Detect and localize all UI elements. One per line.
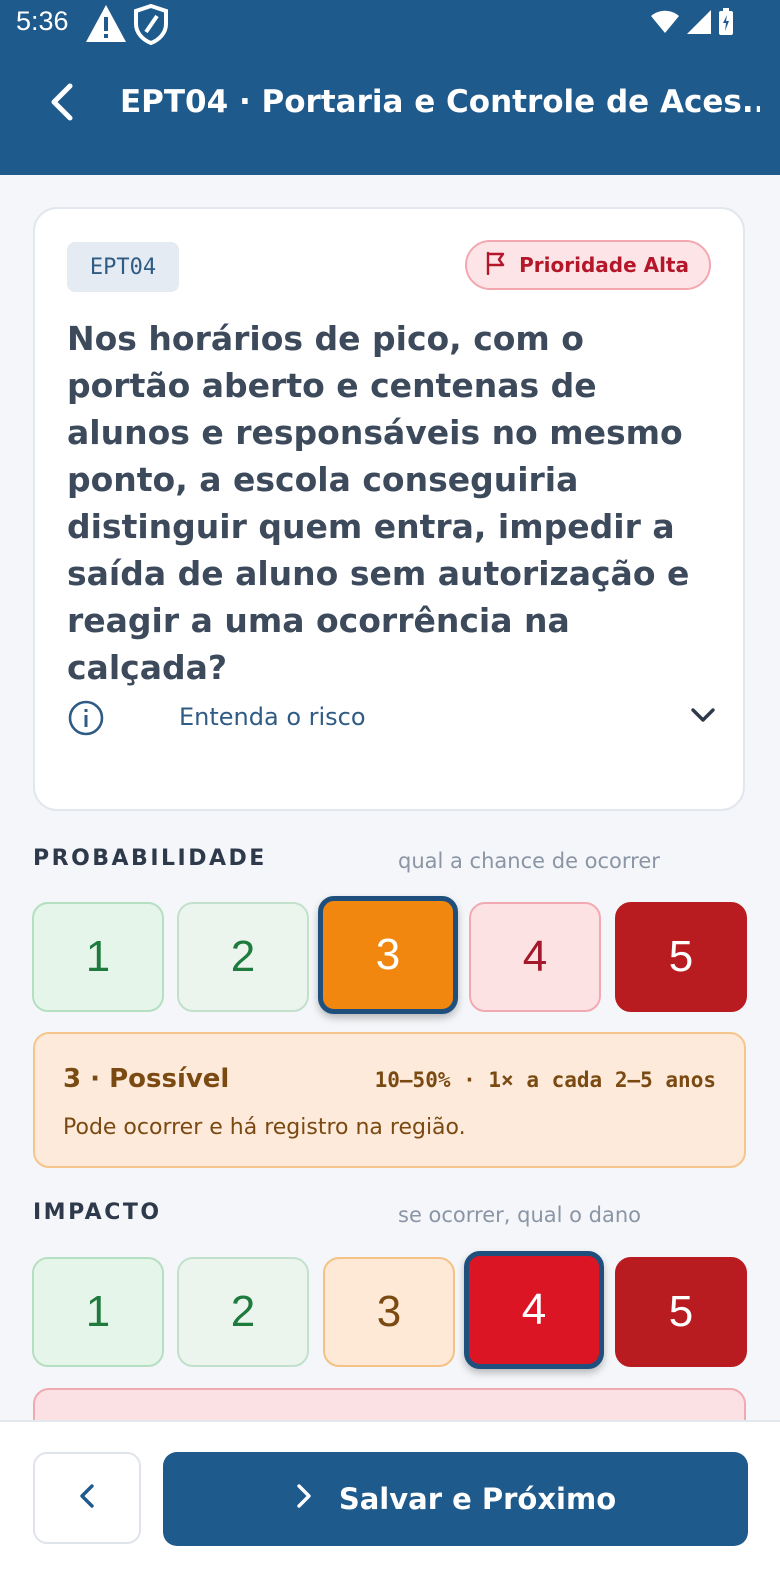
flag-icon (485, 251, 507, 280)
previous-button[interactable] (33, 1452, 141, 1544)
info-icon (67, 699, 105, 741)
status-time: 5:36 (16, 6, 69, 36)
priority-badge: Prioridade Alta (465, 240, 711, 290)
back-button[interactable] (40, 82, 84, 126)
chevron-down-icon (689, 705, 717, 729)
probability-detail-title: 3 · Possível (63, 1064, 230, 1094)
probability-scale: 1 2 3 4 5 (32, 896, 748, 1014)
page-title: EPT04 · Portaria e Controle de Aces... (120, 84, 760, 120)
chevron-right-icon (295, 1482, 313, 1517)
impact-scale: 1 2 3 4 5 (32, 1251, 748, 1369)
save-and-next-button[interactable]: Salvar e Próximo (163, 1452, 748, 1546)
probability-detail-range: 10–50% · 1× a cada 2–5 anos (374, 1068, 716, 1092)
probability-detail-description: Pode ocorrer e há registro na região. (63, 1115, 466, 1140)
probability-option-4[interactable]: 4 (469, 902, 601, 1012)
probability-detail: 3 · Possível 10–50% · 1× a cada 2–5 anos… (33, 1032, 746, 1168)
wifi-icon (650, 10, 680, 38)
probability-option-5[interactable]: 5 (615, 902, 747, 1012)
risk-explanation-toggle[interactable]: Entenda o risco (67, 695, 717, 741)
probability-hint: qual a chance de ocorrer (398, 849, 660, 873)
impact-label: IMPACTO (33, 1200, 162, 1225)
question-card: EPT04 Prioridade Alta Nos horários de pi… (33, 207, 745, 811)
shield-icon (132, 2, 170, 50)
bottom-action-bar: Salvar e Próximo (0, 1420, 780, 1591)
probability-label: PROBABILIDADE (33, 846, 267, 871)
app-bar: EPT04 · Portaria e Controle de Aces... (0, 52, 780, 175)
probability-option-2[interactable]: 2 (177, 902, 309, 1012)
priority-label: Prioridade Alta (519, 253, 689, 277)
question-text: Nos horários de pico, com o portão abert… (67, 319, 690, 687)
signal-icon (686, 9, 712, 39)
warning-icon (84, 2, 128, 50)
risk-toggle-label: Entenda o risco (179, 703, 366, 731)
save-and-next-label: Salvar e Próximo (338, 1482, 617, 1516)
question-code-chip: EPT04 (67, 242, 179, 292)
impact-option-1[interactable]: 1 (32, 1257, 164, 1367)
impact-option-3[interactable]: 3 (323, 1257, 455, 1367)
impact-option-5[interactable]: 5 (615, 1257, 747, 1367)
impact-option-2[interactable]: 2 (177, 1257, 309, 1367)
chevron-left-icon (78, 1482, 96, 1514)
impact-hint: se ocorrer, qual o dano (398, 1203, 642, 1227)
impact-option-4[interactable]: 4 (464, 1251, 604, 1369)
battery-icon (718, 8, 734, 40)
status-bar: 5:36 (0, 0, 780, 52)
probability-option-3[interactable]: 3 (318, 896, 458, 1014)
chevron-left-icon (48, 82, 76, 126)
probability-option-1[interactable]: 1 (32, 902, 164, 1012)
